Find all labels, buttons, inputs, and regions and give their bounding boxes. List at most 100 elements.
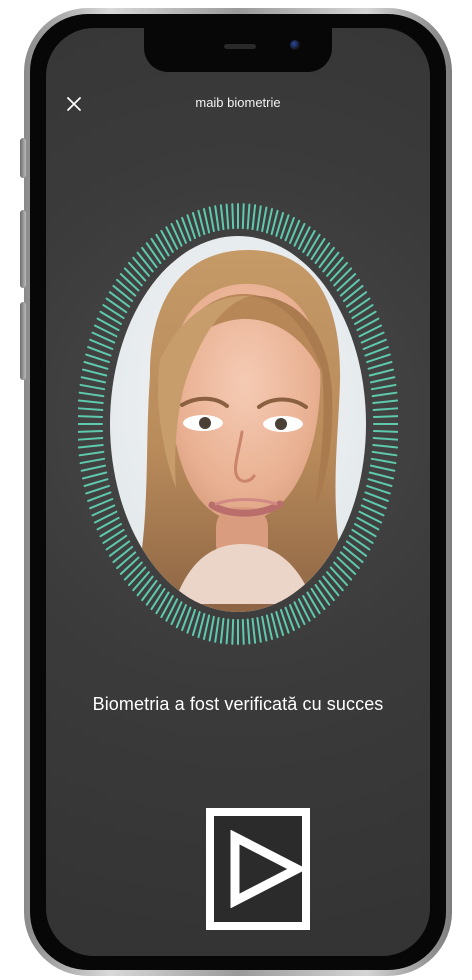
scan-tick <box>302 595 316 619</box>
scan-tick <box>208 615 215 642</box>
scan-tick <box>116 551 137 570</box>
scan-tick <box>127 566 147 587</box>
scan-tick <box>136 251 154 273</box>
scan-tick <box>369 376 396 384</box>
scan-tick <box>246 618 251 645</box>
scan-tick <box>85 484 110 495</box>
scan-tick <box>108 291 131 308</box>
scan-tick <box>85 353 110 364</box>
scan-tick <box>306 233 321 257</box>
scan-tick <box>136 575 154 597</box>
scan-tick <box>265 614 274 640</box>
scan-tick <box>345 540 368 557</box>
scan-tick <box>336 273 357 292</box>
scan-tick <box>326 571 344 592</box>
scan-tick <box>372 430 398 433</box>
scan-tick <box>202 208 211 234</box>
scan-tick <box>256 205 262 231</box>
scan-tick <box>368 471 395 480</box>
scan-tick <box>329 261 349 282</box>
scan-tick <box>369 464 396 472</box>
scan-tick <box>261 615 268 642</box>
scan-tick <box>251 204 257 231</box>
front-camera-icon <box>290 40 300 50</box>
scan-tick <box>132 256 150 277</box>
scan-tick <box>123 561 143 581</box>
scan-tick <box>367 478 393 487</box>
scan-tick <box>370 383 397 391</box>
scan-tick <box>314 584 331 606</box>
scan-tick <box>116 278 137 297</box>
phone-side-button <box>20 302 26 380</box>
scan-tick <box>246 203 251 230</box>
scan-tick <box>231 203 235 230</box>
scan-tick <box>270 209 279 236</box>
scan-tick <box>112 545 134 564</box>
scan-tick <box>219 204 225 231</box>
scan-tick <box>318 579 335 602</box>
scan-tick <box>145 242 162 264</box>
camera-notch <box>144 28 332 72</box>
scan-tick <box>78 443 104 449</box>
scan-tick <box>160 595 174 619</box>
face-scanner <box>78 203 398 645</box>
scan-tick <box>145 584 162 606</box>
verification-status-message: Biometria a fost verificată cu succes <box>92 694 384 714</box>
scan-tick <box>214 617 220 643</box>
scan-tick <box>81 368 108 377</box>
scan-tick <box>78 450 105 457</box>
scan-tick <box>371 391 398 398</box>
scan-tick <box>141 246 158 269</box>
scan-tick <box>318 246 335 269</box>
scan-tick <box>364 346 389 357</box>
app-screen: maib biometrie Biometria a fost verifica… <box>46 28 430 956</box>
scan-tick <box>79 383 106 391</box>
scan-tick <box>336 556 357 575</box>
scan-tick <box>119 273 140 292</box>
scan-tick <box>83 478 109 487</box>
scan-tick <box>370 457 397 465</box>
scan-tick <box>241 618 245 645</box>
scan-tick <box>202 614 211 640</box>
phone-side-button <box>20 210 26 288</box>
scan-tick <box>79 457 106 465</box>
scan-tick <box>326 256 344 277</box>
scan-tick <box>342 284 364 303</box>
scan-tick <box>372 415 398 418</box>
scan-tick <box>241 203 245 230</box>
scan-tick <box>231 618 235 645</box>
top-bar: maib biometrie <box>46 90 430 118</box>
scan-tick <box>342 545 364 564</box>
scan-tick <box>322 575 340 597</box>
scan-tick <box>78 407 104 412</box>
play-button[interactable] <box>206 808 310 930</box>
scan-tick <box>78 430 104 433</box>
scan-tick <box>345 291 368 308</box>
scan-tick <box>310 237 326 261</box>
scan-tick <box>132 571 150 592</box>
scan-tick <box>225 618 230 645</box>
scan-tick <box>78 436 104 441</box>
scan-tick <box>225 203 230 230</box>
scan-tick <box>302 229 316 253</box>
speaker-grille <box>224 44 256 49</box>
scan-tick <box>371 450 398 457</box>
scan-tick <box>261 206 268 233</box>
scan-tick <box>87 346 112 357</box>
scan-tick <box>208 206 215 233</box>
scan-tick <box>256 617 262 643</box>
scan-tick <box>150 237 166 261</box>
scan-tick <box>333 561 353 581</box>
scan-tick <box>339 551 360 570</box>
scan-tick <box>87 491 112 502</box>
scan-tick <box>80 376 107 384</box>
scan-tick <box>197 612 206 639</box>
scan-tick <box>112 284 134 303</box>
scan-tick <box>108 540 131 557</box>
scan-tick <box>123 267 143 287</box>
scan-tick <box>306 591 321 615</box>
scan-tick <box>141 579 158 602</box>
play-icon <box>230 830 303 908</box>
scan-tick <box>78 399 104 405</box>
scan-tick <box>81 471 108 480</box>
